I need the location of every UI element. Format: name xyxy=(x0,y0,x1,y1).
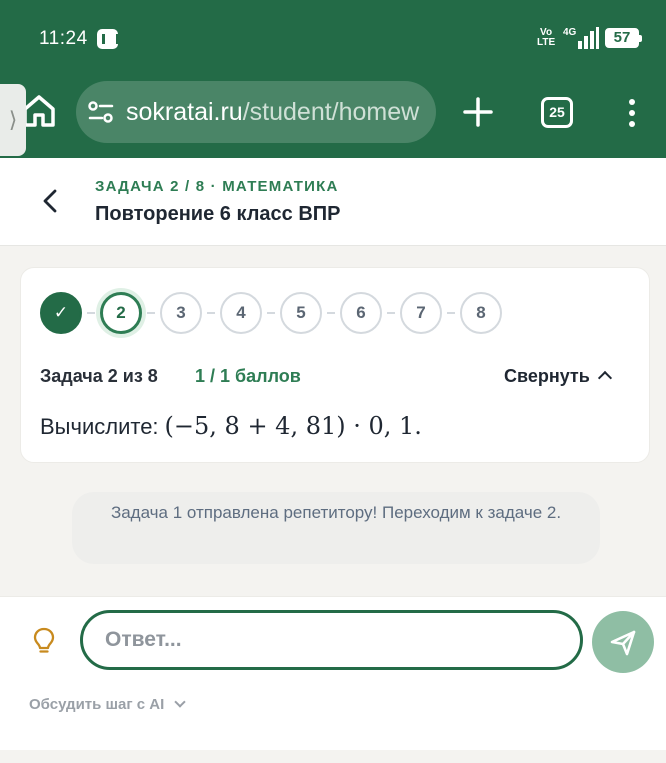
math-expression: (−5, 8 + 4, 81) · 0, 1. xyxy=(164,412,422,440)
browser-chrome: 11:24 Vo LTE 4G 57 sokratai.ru/student/ho… xyxy=(0,0,666,158)
discuss-with-ai-toggle[interactable]: Обсудить шаг с AI xyxy=(29,696,186,713)
volte-indicator: Vo LTE xyxy=(537,27,556,48)
page-title: Повторение 6 класс ВПР xyxy=(95,203,341,225)
step-8[interactable]: 8 xyxy=(460,292,502,334)
home-icon[interactable] xyxy=(22,93,56,129)
chevron-up-icon xyxy=(597,370,612,386)
send-icon xyxy=(610,630,636,656)
new-tab-button[interactable] xyxy=(462,96,494,128)
battery-icon: 57 xyxy=(605,28,642,48)
step-connector xyxy=(327,312,335,314)
bottom-strip xyxy=(0,750,666,763)
address-bar[interactable]: sokratai.ru/student/homew xyxy=(76,81,436,143)
url-text: sokratai.ru/student/homew xyxy=(126,98,420,126)
clock: 11:24 xyxy=(39,28,88,49)
info-message: Задача 1 отправлена репетитору! Переходи… xyxy=(72,492,600,564)
tab-switcher-button[interactable]: 25 xyxy=(541,97,573,128)
app-notification-icon xyxy=(97,29,119,49)
browser-menu-button[interactable] xyxy=(622,97,642,129)
answer-input[interactable] xyxy=(80,610,583,670)
back-button[interactable] xyxy=(37,185,65,217)
answer-panel: Обсудить шаг с AI xyxy=(0,596,666,763)
page-header: ЗАДАЧА 2 / 8 · МАТЕМАТИКА Повторение 6 к… xyxy=(0,158,666,246)
chevron-down-icon xyxy=(174,696,186,708)
task-counter: Задача 2 из 8 xyxy=(40,366,158,386)
step-7[interactable]: 7 xyxy=(400,292,442,334)
task-card: ✓ 2 3 4 5 6 7 8 Задача 2 из 8 1 / 1 баллов Свер… xyxy=(20,267,650,463)
edge-panel-handle[interactable]: ⟩ xyxy=(0,84,26,156)
task-question: Вычислите: (−5, 8 + 4, 81) · 0, 1. xyxy=(40,412,422,440)
step-connector xyxy=(387,312,395,314)
step-connector xyxy=(447,312,455,314)
task-score: 1 / 1 баллов xyxy=(195,366,301,386)
status-bar: 11:24 Vo LTE 4G 57 xyxy=(0,0,666,78)
step-5[interactable]: 5 xyxy=(280,292,322,334)
step-connector xyxy=(147,312,155,314)
step-4[interactable]: 4 xyxy=(220,292,262,334)
step-connector xyxy=(267,312,275,314)
send-button[interactable] xyxy=(592,611,654,673)
step-3[interactable]: 3 xyxy=(160,292,202,334)
step-done-check-icon[interactable]: ✓ xyxy=(40,292,82,334)
task-stepper: ✓ 2 3 4 5 6 7 8 xyxy=(40,292,510,334)
step-connector xyxy=(207,312,215,314)
step-6[interactable]: 6 xyxy=(340,292,382,334)
breadcrumb: ЗАДАЧА 2 / 8 · МАТЕМАТИКА xyxy=(95,178,339,195)
signal-icon xyxy=(572,27,599,49)
site-settings-icon[interactable] xyxy=(88,100,114,124)
lightbulb-icon[interactable] xyxy=(33,627,55,655)
collapse-button[interactable]: Свернуть xyxy=(504,366,612,387)
step-connector xyxy=(87,312,95,314)
step-2[interactable]: 2 xyxy=(100,292,142,334)
